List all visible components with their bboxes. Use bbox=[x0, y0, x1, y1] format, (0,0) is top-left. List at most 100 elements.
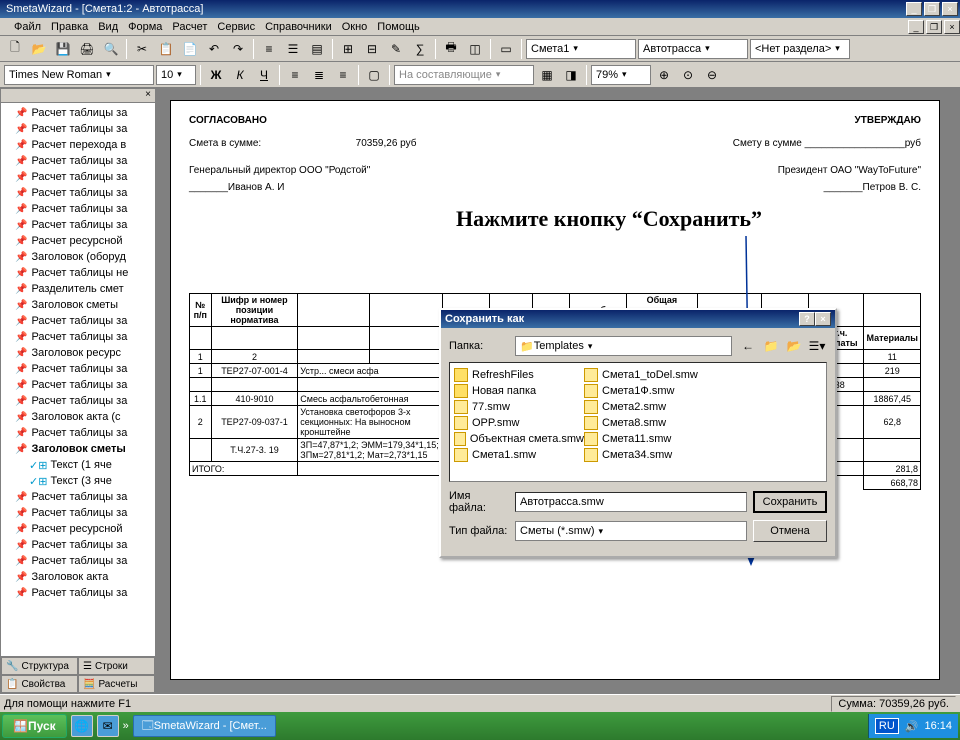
minimize-button[interactable]: _ bbox=[906, 2, 922, 16]
menu-file[interactable]: Файл bbox=[14, 21, 41, 33]
tree-item[interactable]: 📌Расчет перехода в bbox=[1, 137, 155, 153]
open-icon[interactable]: 📂 bbox=[28, 38, 50, 60]
ql-mail-icon[interactable]: ✉ bbox=[97, 715, 119, 737]
system-tray[interactable]: RU 🔊 16:14 bbox=[868, 714, 958, 738]
lang-indicator[interactable]: RU bbox=[875, 718, 899, 734]
dialog-help-button[interactable]: ? bbox=[799, 312, 815, 326]
preview-icon[interactable]: 🔍 bbox=[100, 38, 122, 60]
file-item[interactable]: Объектная смета.smw bbox=[454, 431, 584, 447]
filetype-combo[interactable]: Сметы (*.smw) bbox=[515, 521, 747, 541]
undo-icon[interactable]: ↶ bbox=[203, 38, 225, 60]
zoom-combo[interactable]: 79% bbox=[591, 65, 651, 85]
tab-props[interactable]: 📋 Свойства bbox=[1, 675, 78, 693]
file-item[interactable]: Смета1Ф.smw bbox=[584, 383, 714, 399]
tree-item[interactable]: 📌Заголовок сметы bbox=[1, 297, 155, 313]
tb2-a-icon[interactable]: ▦ bbox=[536, 64, 558, 86]
underline-icon[interactable]: Ч bbox=[253, 64, 275, 86]
cut-icon[interactable]: ✂ bbox=[131, 38, 153, 60]
ql-ie-icon[interactable]: 🌐 bbox=[71, 715, 93, 737]
back-icon[interactable]: ← bbox=[738, 336, 758, 356]
zoom-in-icon[interactable]: ⊕ bbox=[653, 64, 675, 86]
tree-item[interactable]: 📌Расчет таблицы за bbox=[1, 393, 155, 409]
file-item[interactable]: Смета1.smw bbox=[454, 447, 584, 463]
bold-icon[interactable]: Ж bbox=[205, 64, 227, 86]
start-button[interactable]: 🪟 Пуск bbox=[2, 714, 67, 738]
tree-item[interactable]: 📌Расчет таблицы за bbox=[1, 169, 155, 185]
sidebar-close-icon[interactable]: × bbox=[1, 89, 155, 103]
menu-service[interactable]: Сервис bbox=[217, 21, 255, 33]
tree-item[interactable]: 📌Расчет таблицы за bbox=[1, 377, 155, 393]
tb-b-icon[interactable]: ☰ bbox=[282, 38, 304, 60]
mdi-minimize[interactable]: _ bbox=[908, 20, 924, 34]
tree-panel[interactable]: 📌Расчет таблицы за📌Расчет таблицы за📌Рас… bbox=[1, 103, 155, 656]
border-icon[interactable]: ▢ bbox=[363, 64, 385, 86]
align-right-icon[interactable]: ≡ bbox=[332, 64, 354, 86]
tree-item[interactable]: 📌Расчет таблицы за bbox=[1, 425, 155, 441]
file-item[interactable]: Смета8.smw bbox=[584, 415, 714, 431]
tree-item[interactable]: 📌Расчет таблицы за bbox=[1, 329, 155, 345]
tray-icon[interactable]: 🔊 bbox=[905, 720, 919, 733]
combo-traject[interactable]: Автотрасса bbox=[638, 39, 748, 59]
combo-smeta[interactable]: Смета1 bbox=[526, 39, 636, 59]
tree-item[interactable]: 📌Расчет таблицы за bbox=[1, 553, 155, 569]
file-item[interactable]: Смета11.smw bbox=[584, 431, 714, 447]
tree-item[interactable]: 📌Расчет таблицы за bbox=[1, 505, 155, 521]
zoom-fit-icon[interactable]: ⊙ bbox=[677, 64, 699, 86]
menu-edit[interactable]: Правка bbox=[51, 21, 88, 33]
tb-g-icon[interactable]: ∑ bbox=[409, 38, 431, 60]
redo-icon[interactable]: ↷ bbox=[227, 38, 249, 60]
italic-icon[interactable]: К bbox=[229, 64, 251, 86]
mdi-close[interactable]: × bbox=[944, 20, 960, 34]
font-combo[interactable]: Times New Roman bbox=[4, 65, 154, 85]
tree-item[interactable]: 📌Заголовок сметы bbox=[1, 441, 155, 457]
tree-item[interactable]: 📌Расчет таблицы за bbox=[1, 201, 155, 217]
filename-input[interactable] bbox=[515, 492, 747, 512]
taskbar-app[interactable]: 🗔 SmetaWizard - [Смет... bbox=[133, 715, 276, 737]
newfolder-icon[interactable]: 📂 bbox=[784, 336, 804, 356]
up-icon[interactable]: 📁 bbox=[761, 336, 781, 356]
tree-item[interactable]: 📌Заголовок ресурс bbox=[1, 345, 155, 361]
save-icon[interactable]: 💾 bbox=[52, 38, 74, 60]
menu-window[interactable]: Окно bbox=[342, 21, 368, 33]
tree-item[interactable]: 📌Расчет таблицы за bbox=[1, 153, 155, 169]
tree-item[interactable]: 📌Заголовок (оборуд bbox=[1, 249, 155, 265]
tree-item[interactable]: 📌Расчет таблицы за bbox=[1, 585, 155, 601]
file-item[interactable]: 77.smw bbox=[454, 399, 584, 415]
tree-item[interactable]: 📌Расчет таблицы за bbox=[1, 489, 155, 505]
menu-view[interactable]: Вид bbox=[98, 21, 118, 33]
cancel-button[interactable]: Отмена bbox=[753, 520, 827, 542]
tb-a-icon[interactable]: ≡ bbox=[258, 38, 280, 60]
maximize-button[interactable]: ❐ bbox=[924, 2, 940, 16]
tb-h-icon[interactable]: 🖶 bbox=[440, 38, 462, 60]
file-item[interactable]: Смета2.smw bbox=[584, 399, 714, 415]
print-icon[interactable]: 🖨 bbox=[76, 38, 98, 60]
folder-combo[interactable]: 📁 Templates bbox=[515, 336, 732, 356]
tab-rows[interactable]: ☰ Строки bbox=[78, 657, 155, 675]
menu-help[interactable]: Помощь bbox=[377, 21, 420, 33]
tree-item[interactable]: 📌Расчет таблицы за bbox=[1, 361, 155, 377]
tb-e-icon[interactable]: ⊟ bbox=[361, 38, 383, 60]
tb-i-icon[interactable]: ◫ bbox=[464, 38, 486, 60]
menu-form[interactable]: Форма bbox=[128, 21, 162, 33]
tb-d-icon[interactable]: ⊞ bbox=[337, 38, 359, 60]
menu-calc[interactable]: Расчет bbox=[172, 21, 207, 33]
copy-icon[interactable]: 📋 bbox=[155, 38, 177, 60]
file-list[interactable]: RefreshFilesНовая папка77.smwOPP.smwОбъе… bbox=[449, 362, 827, 482]
tree-item[interactable]: ✓⊞Текст (3 яче bbox=[1, 473, 155, 489]
tree-item[interactable]: 📌Расчет таблицы за bbox=[1, 105, 155, 121]
tab-calcs[interactable]: 🧮 Расчеты bbox=[78, 675, 155, 693]
tree-item[interactable]: 📌Расчет таблицы за bbox=[1, 313, 155, 329]
tree-item[interactable]: 📌Расчет таблицы за bbox=[1, 185, 155, 201]
fontsize-combo[interactable]: 10 bbox=[156, 65, 196, 85]
tab-structure[interactable]: 🔧 Структура bbox=[1, 657, 78, 675]
file-item[interactable]: Новая папка bbox=[454, 383, 584, 399]
views-icon[interactable]: ☰▾ bbox=[807, 336, 827, 356]
menu-refs[interactable]: Справочники bbox=[265, 21, 332, 33]
split-combo[interactable]: На составляющие bbox=[394, 65, 534, 85]
tb2-b-icon[interactable]: ◨ bbox=[560, 64, 582, 86]
dialog-close-button[interactable]: × bbox=[815, 312, 831, 326]
tree-item[interactable]: 📌Расчет таблицы за bbox=[1, 121, 155, 137]
file-item[interactable]: Смета34.smw bbox=[584, 447, 714, 463]
tb-j-icon[interactable]: ▭ bbox=[495, 38, 517, 60]
align-center-icon[interactable]: ≣ bbox=[308, 64, 330, 86]
